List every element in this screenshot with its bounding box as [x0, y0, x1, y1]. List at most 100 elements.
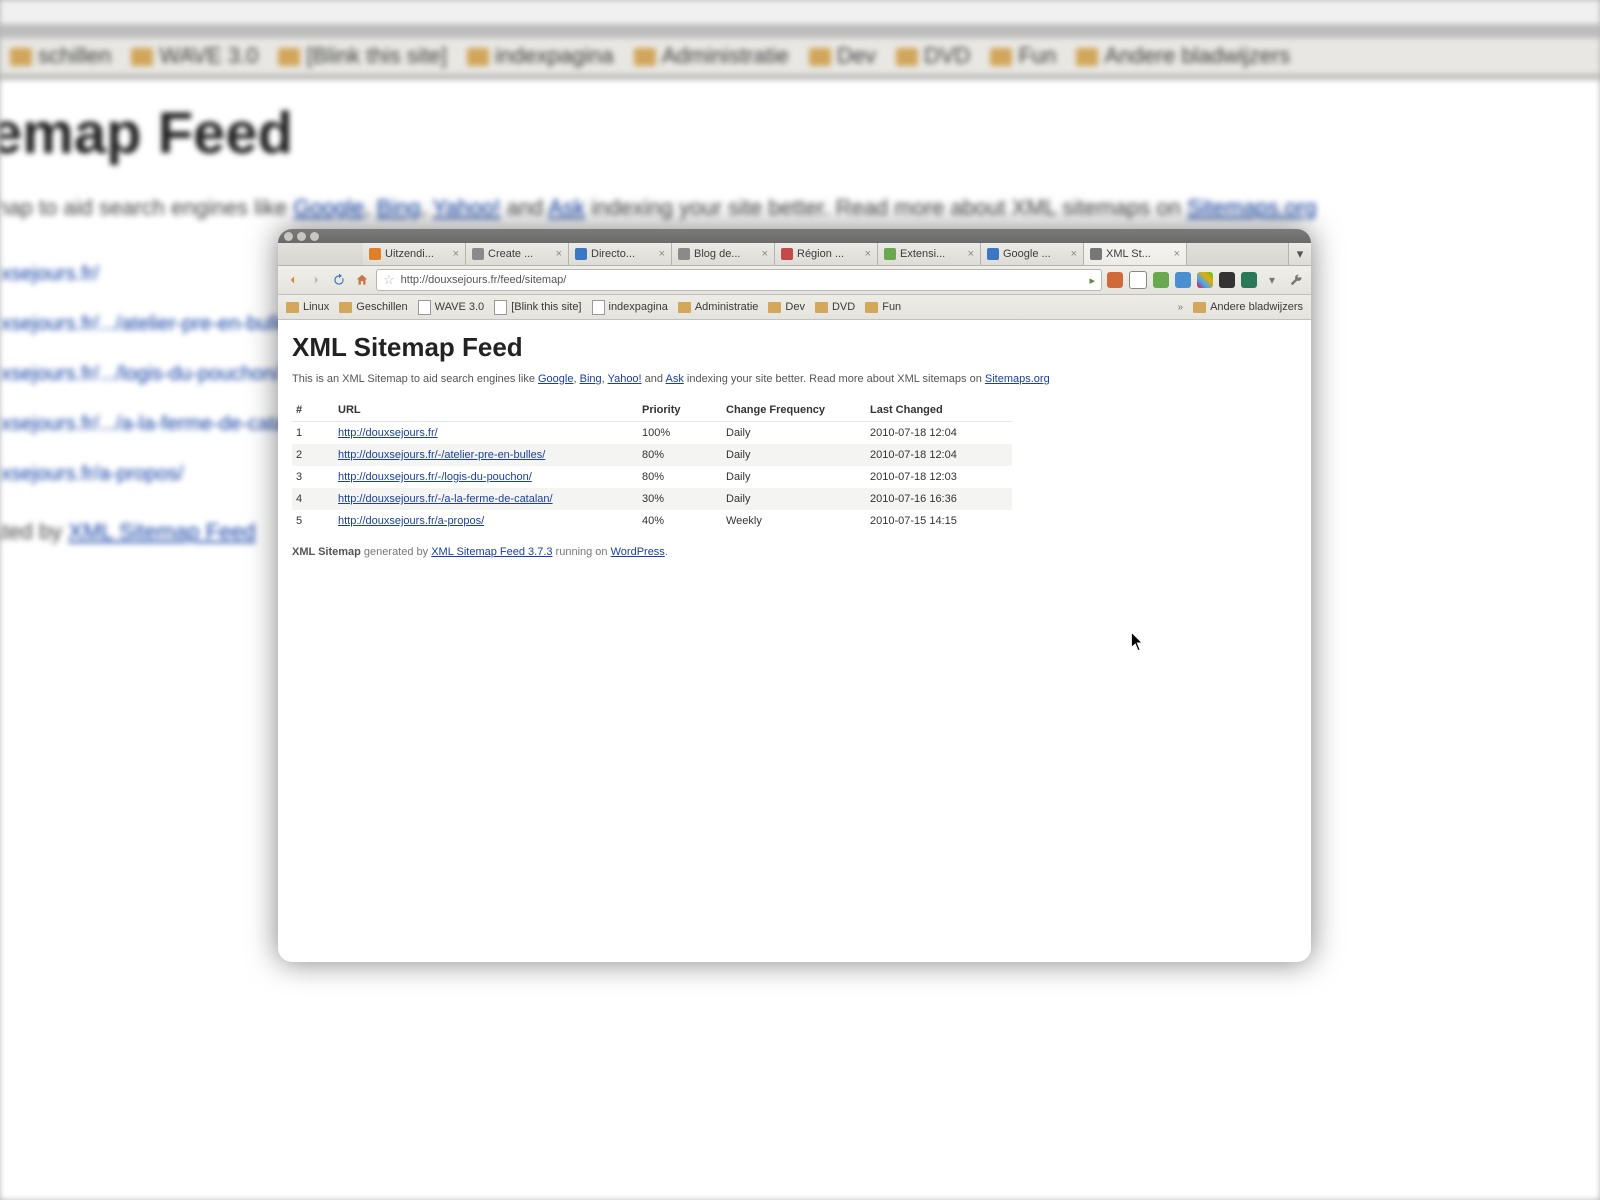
- favicon-icon: [472, 248, 484, 260]
- bookmark-label: Andere bladwijzers: [1210, 301, 1303, 313]
- link-bing[interactable]: Bing: [580, 373, 602, 385]
- page-content: XML Sitemap Feed This is an XML Sitemap …: [278, 320, 1311, 568]
- browser-tab[interactable]: Région ... ×: [775, 243, 878, 265]
- chevron-icon[interactable]: »: [1178, 302, 1184, 313]
- browser-tab[interactable]: Create ...×: [466, 243, 569, 265]
- close-icon[interactable]: ×: [1174, 248, 1180, 260]
- browser-tab[interactable]: Directo... ×: [569, 243, 672, 265]
- bookmark-label: Linux: [303, 301, 329, 313]
- page-icon: [494, 300, 507, 315]
- col-num: #: [292, 399, 334, 422]
- window-control-dot[interactable]: [284, 232, 293, 241]
- cell-freq: Daily: [722, 422, 866, 445]
- tab-label: Région ...: [797, 248, 861, 260]
- link-google[interactable]: Google: [538, 373, 573, 385]
- page-menu-button[interactable]: ▾: [1263, 271, 1281, 289]
- tab-strip: Uitzendi...×Create ...×Directo...×Blog d…: [278, 243, 1311, 266]
- wrench-menu-button[interactable]: [1287, 271, 1305, 289]
- bookmarks-overflow[interactable]: Andere bladwijzers: [1193, 301, 1303, 313]
- browser-tab[interactable]: Google ... ×: [981, 243, 1084, 265]
- close-icon[interactable]: ×: [556, 248, 562, 260]
- link-sitemaps[interactable]: Sitemaps.org: [985, 373, 1050, 385]
- favicon-icon: [987, 248, 999, 260]
- cell-priority: 80%: [638, 444, 722, 466]
- footer-run: running on: [553, 546, 611, 558]
- sitemap-url-link[interactable]: http://douxsejours.fr/: [338, 427, 438, 439]
- extension-icon[interactable]: [1241, 272, 1257, 288]
- favicon-icon: [884, 248, 896, 260]
- link-ask[interactable]: Ask: [665, 373, 683, 385]
- intro-mid: indexing your site better. Read more abo…: [684, 373, 985, 385]
- intro-pre: This is an XML Sitemap to aid search eng…: [292, 373, 538, 385]
- bookmark-item[interactable]: indexpagina: [592, 300, 668, 315]
- page-icon: [418, 300, 431, 315]
- bookmark-item[interactable]: Geschillen: [339, 301, 407, 313]
- cell-priority: 80%: [638, 466, 722, 488]
- window-control-dot[interactable]: [297, 232, 306, 241]
- cell-num: 4: [292, 488, 334, 510]
- new-tab-button[interactable]: ▾: [1288, 243, 1311, 265]
- cell-freq: Daily: [722, 444, 866, 466]
- sitemap-url-link[interactable]: http://douxsejours.fr/a-propos/: [338, 515, 484, 527]
- bookmarks-bar: Linux Geschillen WAVE 3.0 [Blink this site]…: [278, 295, 1311, 320]
- tab-label: Google ...: [1003, 248, 1067, 260]
- link-yahoo[interactable]: Yahoo!: [608, 373, 642, 385]
- cell-url: http://douxsejours.fr/a-propos/: [334, 510, 638, 532]
- extension-icon[interactable]: [1107, 272, 1123, 288]
- extension-icon[interactable]: [1129, 271, 1147, 289]
- cell-freq: Daily: [722, 466, 866, 488]
- sitemap-url-link[interactable]: http://douxsejours.fr/-/atelier-pre-en-b…: [338, 449, 545, 461]
- sitemap-url-link[interactable]: http://douxsejours.fr/-/a-la-ferme-de-ca…: [338, 493, 553, 505]
- table-row: 4 http://douxsejours.fr/-/a-la-ferme-de-c…: [292, 488, 1012, 510]
- browser-tab[interactable]: Uitzendi... ×: [363, 243, 466, 265]
- bookmark-label: Dev: [785, 301, 805, 313]
- close-icon[interactable]: ×: [865, 248, 871, 260]
- bookmark-item[interactable]: Dev: [768, 301, 805, 313]
- forward-button[interactable]: [307, 271, 325, 289]
- address-bar[interactable]: ☆ http://douxsejours.fr/feed/sitemap/ ▸: [376, 269, 1102, 291]
- tab-label: Uitzendi...: [385, 248, 449, 260]
- bookmark-item[interactable]: WAVE 3.0: [418, 300, 485, 315]
- sitemap-url-link[interactable]: http://douxsejours.fr/-/logis-du-pouchon…: [338, 471, 532, 483]
- browser-tab[interactable]: XML St...×: [1084, 243, 1187, 265]
- cell-num: 1: [292, 422, 334, 445]
- footer-plugin-link[interactable]: XML Sitemap Feed 3.7.3: [431, 546, 552, 558]
- home-button[interactable]: [353, 271, 371, 289]
- close-icon[interactable]: ×: [659, 248, 665, 260]
- favicon-icon: [575, 248, 587, 260]
- bookmark-label: Fun: [882, 301, 901, 313]
- folder-icon: [815, 302, 828, 313]
- footer-wp-link[interactable]: WordPress: [611, 546, 665, 558]
- bookmark-item[interactable]: Administratie: [678, 301, 759, 313]
- tab-label: Directo...: [591, 248, 655, 260]
- bookmark-item[interactable]: DVD: [815, 301, 855, 313]
- bookmark-item[interactable]: [Blink this site]: [494, 300, 581, 315]
- close-icon[interactable]: ×: [1071, 248, 1077, 260]
- bookmark-item[interactable]: Fun: [865, 301, 901, 313]
- back-button[interactable]: [284, 271, 302, 289]
- window-control-dot[interactable]: [310, 232, 319, 241]
- extension-icon[interactable]: [1219, 272, 1235, 288]
- footer-gen: generated by: [361, 546, 431, 558]
- bookmark-item[interactable]: Linux: [286, 301, 329, 313]
- folder-icon: [768, 302, 781, 313]
- bg-gen-text: ated by: [0, 519, 68, 544]
- go-icon[interactable]: ▸: [1089, 274, 1095, 287]
- browser-tab[interactable]: Extensi...×: [878, 243, 981, 265]
- bookmark-star-icon[interactable]: ☆: [383, 272, 395, 288]
- favicon-icon: [678, 248, 690, 260]
- close-icon[interactable]: ×: [762, 248, 768, 260]
- extension-icon[interactable]: [1197, 272, 1213, 288]
- page-title: XML Sitemap Feed: [292, 332, 1297, 363]
- reload-button[interactable]: [330, 271, 348, 289]
- navigation-bar: ☆ http://douxsejours.fr/feed/sitemap/ ▸ …: [278, 266, 1311, 295]
- bookmark-label: WAVE 3.0: [435, 301, 485, 313]
- cell-changed: 2010-07-18 12:04: [866, 444, 1012, 466]
- extension-icon[interactable]: [1153, 272, 1169, 288]
- table-row: 5http://douxsejours.fr/a-propos/40%Weekl…: [292, 510, 1012, 532]
- window-titlebar[interactable]: [278, 229, 1311, 243]
- close-icon[interactable]: ×: [453, 248, 459, 260]
- browser-tab[interactable]: Blog de...×: [672, 243, 775, 265]
- close-icon[interactable]: ×: [968, 248, 974, 260]
- extension-icon[interactable]: [1175, 272, 1191, 288]
